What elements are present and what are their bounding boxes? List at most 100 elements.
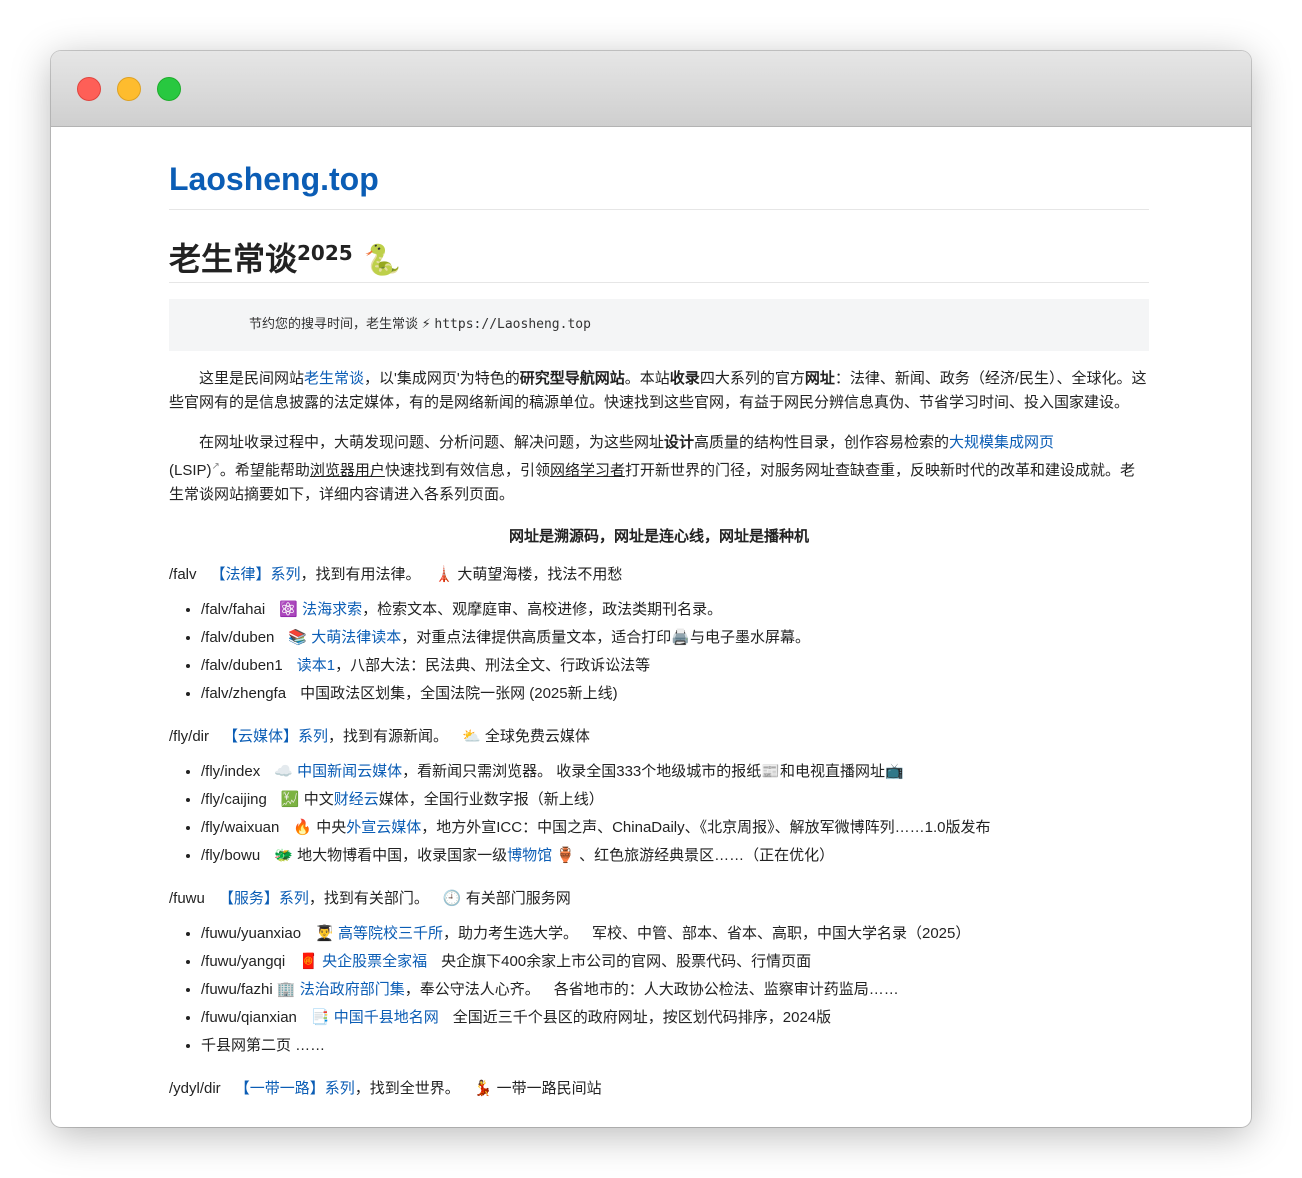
section-path: /fly/dir [169, 728, 210, 745]
item-text: ，看新闻只需浏览器。 收录全国333个地级城市的报纸📰和电视直播网址📺 [402, 763, 904, 780]
list-fuwu: /fuwu/yuanxiao 👨‍🎓 高等院校三千所，助力考生选大学。军校、中管、… [169, 920, 1149, 1060]
list-item: /fuwu/yuanxiao 👨‍🎓 高等院校三千所，助力考生选大学。军校、中管、… [201, 920, 1149, 948]
section-fuwu: /fuwu 【服务】系列，找到有关部门。 🕘 有关部门服务网 [169, 888, 1149, 910]
dancer-icon: 💃 [473, 1080, 493, 1097]
laosheng-link[interactable]: 老生常谈 [304, 370, 364, 387]
section-text: ，找到有源新闻。 [328, 728, 449, 745]
graduate-icon: 👨‍🎓 [315, 925, 334, 942]
cloud-icon: ☁️ [274, 763, 293, 780]
item-link[interactable]: 法海求索 [302, 601, 362, 618]
list-item: /falv/zhengfa 中国政法区划集，全国法院一张网 (2025新上线) [201, 680, 1149, 708]
list-item: /fly/waixuan 🔥 中央外宣云媒体，地方外宣ICC：中国之声、China… [201, 814, 1149, 842]
banner: 节约您的搜寻时间，老生常谈 ⚡ https://Laosheng.top [169, 299, 1149, 351]
books-icon: 📚 [288, 629, 308, 646]
item-text: ，检索文本、观摩庭审、高校进修，政法类期刊名录。 [362, 601, 723, 618]
item-link[interactable]: 央企股票全家福 [322, 953, 427, 970]
item-link[interactable]: 大萌法律读本 [311, 629, 401, 646]
item-link[interactable]: 外宣云媒体 [346, 819, 421, 836]
item-text: 千县网第二页 …… [201, 1037, 326, 1054]
text: ，以'集成网页'为特色的 [364, 370, 520, 387]
item-path: /falv/zhengfa [201, 685, 287, 702]
section-falv: /falv 【法律】系列，找到有用法律。 🗼 大萌望海楼，找法不用愁 [169, 564, 1149, 586]
item-path: /fly/bowu [201, 847, 261, 864]
section-tail: 一带一路民间站 [496, 1080, 602, 1097]
text: 这里是民间网站 [199, 370, 305, 387]
section-link[interactable]: 【服务】系列 [219, 890, 309, 907]
page-title: 老生常谈2025 🐍 [169, 210, 1149, 282]
item-path: /fuwu/yangqi [201, 953, 286, 970]
office-building-icon: 🏢 [276, 981, 296, 998]
section-tail: 全球免费云媒体 [484, 728, 590, 745]
banner-url: https://Laosheng.top [434, 317, 591, 332]
text: 。希望能帮助 [219, 462, 310, 479]
section-path: /ydyl/dir [169, 1080, 221, 1097]
item-text: ，地方外宣ICC：中国之声、ChinaDaily、《北京周报》、解放军微博阵列…… [421, 819, 991, 836]
item-path: /falv/duben [201, 629, 275, 646]
intro-paragraph-1: 这里是民间网站老生常谈，以'集成网页'为特色的研究型导航网站。本站收录四大系列的… [169, 367, 1149, 415]
tower-icon: 🗼 [434, 566, 454, 583]
site-title-link[interactable]: Laosheng.top [169, 127, 1149, 209]
cloud-sun-icon: ⛅ [462, 728, 481, 745]
external-link-icon: ↗ [211, 461, 220, 472]
list-item: /falv/duben1 读本1，八部大法：民法典、刑法全文、行政诉讼法等 [201, 652, 1149, 680]
browser-window: Laosheng.top 老生常谈2025 🐍 节约您的搜寻时间，老生常谈 ⚡ … [51, 51, 1251, 1127]
text: 在网址收录过程中，大萌发现问题、分析问题、解决问题，为这些网址 [199, 434, 665, 451]
item-link[interactable]: 博物馆 [507, 847, 552, 864]
list-item: /fly/index ☁️ 中国新闻云媒体，看新闻只需浏览器。 收录全国333个地… [201, 758, 1149, 786]
underlined-text: 网络学习者 [549, 462, 625, 479]
item-path: /fly/index [201, 763, 261, 780]
underlined-text: 浏览器用户 [309, 462, 385, 479]
item-pre: 中文 [303, 791, 334, 808]
item-text: ，八部大法：民法典、刑法全文、行政诉讼法等 [335, 657, 651, 674]
page-title-text: 老生常谈 [169, 240, 298, 278]
close-window-button[interactable] [77, 77, 101, 101]
lsip-link[interactable]: 大规模集成网页 [949, 434, 1054, 451]
section-text: ，找到全世界。 [354, 1080, 460, 1097]
list-item: /fly/bowu 🐲 地大物博看中国，收录国家一级博物馆 🏺 、红色旅游经典景区… [201, 842, 1149, 870]
item-link[interactable]: 读本1 [297, 657, 335, 674]
item-extra: 军校、中管、部本、省本、高职，中国大学名录（2025） [591, 925, 971, 942]
text: 四大系列的官方 [699, 370, 805, 387]
item-path: /fly/waixuan [201, 819, 280, 836]
item-extra: 各省地市的：人大政协公检法、监察审计药监局…… [553, 981, 899, 998]
bold-text: 研究型导航网站 [519, 370, 625, 387]
item-link[interactable]: 法治政府部门集 [300, 981, 405, 998]
item-text: 🏺 、红色旅游经典景区……（正在优化） [552, 847, 835, 864]
item-text: ，对重点法律提供高质量文本，适合打印🖨️与电子墨水屏幕。 [401, 629, 810, 646]
snake-icon: 🐍 [363, 243, 402, 278]
list-item: /fuwu/yangqi 🧧 央企股票全家福央企旗下400余家上市公司的官网、股票… [201, 948, 1149, 976]
item-pre: 地大物博看中国，收录国家一级 [297, 847, 508, 864]
bolt-icon: ⚡ [421, 316, 431, 331]
chart-icon: 💹 [280, 791, 300, 808]
page-content: Laosheng.top 老生常谈2025 🐍 节约您的搜寻时间，老生常谈 ⚡ … [169, 127, 1149, 1127]
item-extra: 全国近三千个县区的政府网址，按区划代码排序，2024版 [452, 1009, 832, 1026]
clock-icon: 🕘 [442, 890, 462, 907]
item-link[interactable]: 中国千县地名网 [334, 1009, 439, 1026]
item-text: ，助力考生选大学。 [442, 925, 578, 942]
section-link[interactable]: 【云媒体】系列 [223, 728, 328, 745]
section-link[interactable]: 【一带一路】系列 [235, 1080, 355, 1097]
bold-text: 设计 [664, 434, 695, 451]
divider [169, 282, 1149, 283]
dragon-icon: 🐲 [274, 847, 293, 864]
list-fly: /fly/index ☁️ 中国新闻云媒体，看新闻只需浏览器。 收录全国333个地… [169, 758, 1149, 870]
page-title-year: 2025 [297, 241, 353, 265]
site-title-text[interactable]: Laosheng.top [169, 161, 379, 197]
list-item: /fuwu/qianxian 📑 中国千县地名网全国近三千个县区的政府网址，按区划… [201, 1004, 1149, 1032]
item-link[interactable]: 中国新闻云媒体 [297, 763, 402, 780]
window-titlebar [51, 51, 1251, 127]
zoom-window-button[interactable] [157, 77, 181, 101]
item-text: 媒体，全国行业数字报（新上线） [378, 791, 604, 808]
text: 。本站 [624, 370, 670, 387]
item-link[interactable]: 财经云 [334, 791, 379, 808]
minimize-window-button[interactable] [117, 77, 141, 101]
text: 快速找到有效信息，引领 [384, 462, 550, 479]
item-extra: 央企旗下400余家上市公司的官网、股票代码、行情页面 [441, 953, 812, 970]
item-pre: 中央 [316, 819, 347, 836]
text: 高质量的结构性目录，创作容易检索的 [694, 434, 950, 451]
red-envelope-icon: 🧧 [299, 953, 318, 970]
list-item: /fly/caijing 💹 中文财经云媒体，全国行业数字报（新上线） [201, 786, 1149, 814]
item-path: /fuwu/yuanxiao [201, 925, 302, 942]
item-link[interactable]: 高等院校三千所 [338, 925, 443, 942]
section-link[interactable]: 【法律】系列 [211, 566, 301, 583]
